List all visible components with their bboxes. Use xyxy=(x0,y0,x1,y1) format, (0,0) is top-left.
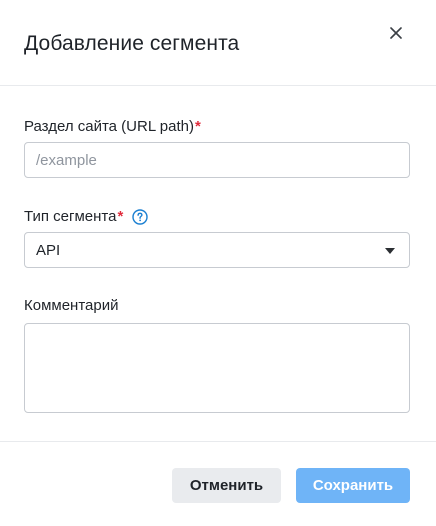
dialog-header: Добавление сегмента xyxy=(0,0,436,86)
url-path-input[interactable] xyxy=(24,142,410,178)
comment-label: Комментарий xyxy=(24,296,118,316)
required-mark: * xyxy=(194,118,201,135)
footer-divider xyxy=(0,441,436,442)
url-path-label: Раздел сайта (URL path) * xyxy=(24,117,201,137)
required-mark: * xyxy=(117,208,124,225)
segment-type-select[interactable]: API xyxy=(24,232,410,268)
cancel-button[interactable]: Отменить xyxy=(172,468,281,503)
segment-type-label-text: Тип сегмента xyxy=(24,208,117,225)
add-segment-dialog: Добавление сегмента Раздел сайта (URL pa… xyxy=(0,0,436,526)
question-circle-icon[interactable] xyxy=(132,209,149,225)
url-path-label-text: Раздел сайта (URL path) xyxy=(24,118,194,135)
close-icon[interactable] xyxy=(386,23,406,43)
segment-type-label: Тип сегмента * xyxy=(24,207,149,227)
save-button[interactable]: Сохранить xyxy=(296,468,410,503)
dialog-title: Добавление сегмента xyxy=(24,32,240,55)
comment-label-text: Комментарий xyxy=(24,297,119,314)
segment-type-value: API xyxy=(36,242,61,259)
comment-textarea[interactable] xyxy=(24,323,410,413)
caret-down-icon xyxy=(385,248,395,254)
